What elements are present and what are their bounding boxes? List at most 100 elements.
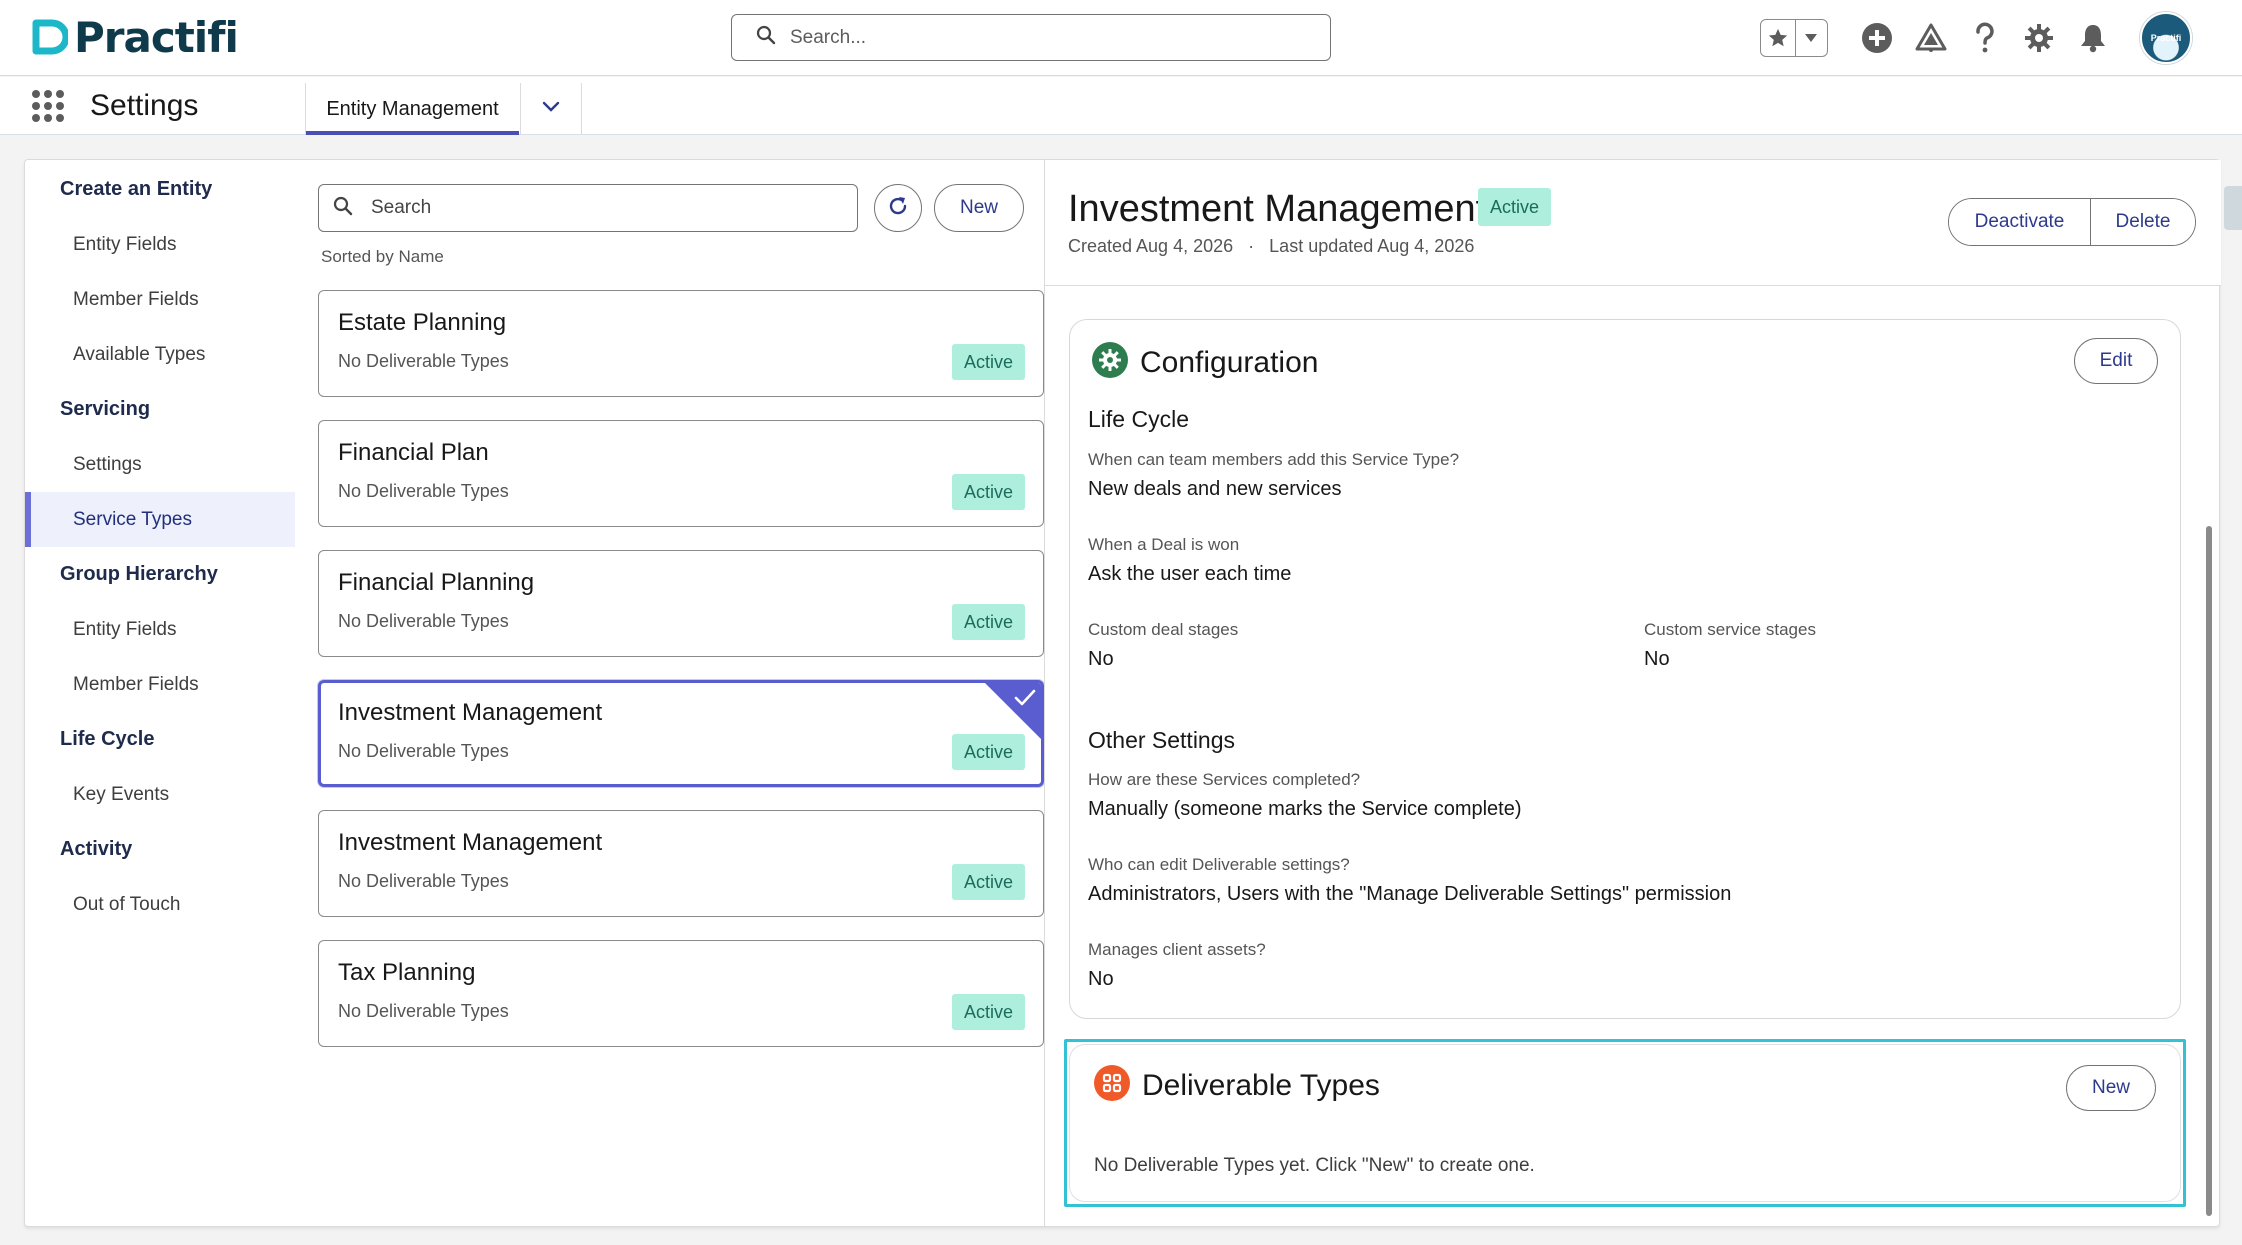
new-service-type-button[interactable]: New xyxy=(934,184,1024,232)
card-subtitle: No Deliverable Types xyxy=(338,871,509,891)
nav-item-service-types[interactable]: Service Types xyxy=(25,492,295,547)
avatar-label: Practifi xyxy=(2150,33,2182,43)
configuration-title: Configuration xyxy=(1140,345,1319,379)
field-label: Who can edit Deliverable settings? xyxy=(1088,855,1350,874)
nav-section-activity: Activity xyxy=(60,838,133,860)
deliverable-types-icon xyxy=(1094,1065,1130,1106)
status-badge: Active xyxy=(1478,188,1552,226)
field-value: Ask the user each time xyxy=(1088,563,1292,585)
created-date: Created Aug 4, 2026 xyxy=(1068,236,1234,256)
tab-entity-management[interactable]: Entity Management xyxy=(305,83,519,135)
card-title: Estate Planning xyxy=(338,309,507,336)
updated-date: Last updated Aug 4, 2026 xyxy=(1269,236,1475,256)
new-deliverable-type-button[interactable]: New xyxy=(2066,1065,2156,1111)
card-subtitle: No Deliverable Types xyxy=(338,741,509,761)
meta-separator: · xyxy=(1248,236,1255,256)
card-subtitle: No Deliverable Types xyxy=(338,1001,509,1021)
nav-section-create-entity: Create an Entity xyxy=(60,178,213,200)
practifi-logo[interactable]: Practifi xyxy=(32,13,239,62)
status-badge: Active xyxy=(951,734,1025,770)
nav-item-entity-fields[interactable]: Entity Fields xyxy=(25,217,295,272)
scrollbar-thumb[interactable] xyxy=(2206,526,2212,1216)
app-launcher-icon[interactable] xyxy=(32,90,64,122)
configuration-panel: Configuration Edit Life Cycle When can t… xyxy=(1069,319,2181,1019)
field-value: Manually (someone marks the Service comp… xyxy=(1088,798,1522,820)
refresh-button[interactable] xyxy=(874,184,922,232)
nav-section-servicing: Servicing xyxy=(60,398,151,420)
lifecycle-heading: Life Cycle xyxy=(1088,406,1189,432)
settings-left-nav: Create an Entity Entity Fields Member Fi… xyxy=(25,160,295,932)
logo-mark-icon xyxy=(32,19,70,55)
favorites-star-icon[interactable] xyxy=(1761,20,1796,56)
nav-section-group-hierarchy: Group Hierarchy xyxy=(60,563,218,585)
user-avatar[interactable]: Practifi xyxy=(2140,12,2192,64)
service-type-cards: Estate Planning No Deliverable Types Act… xyxy=(318,290,1044,1070)
nav-item-key-events[interactable]: Key Events xyxy=(25,767,295,822)
deliverable-types-empty-message: No Deliverable Types yet. Click "New" to… xyxy=(1094,1155,1535,1176)
nav-item-out-of-touch[interactable]: Out of Touch xyxy=(25,877,295,932)
card-title: Financial Plan xyxy=(338,439,489,466)
list-search-input[interactable] xyxy=(371,197,851,219)
field-value: No xyxy=(1088,648,1114,670)
field-label: Custom deal stages xyxy=(1088,620,1239,639)
detail-actions: Deactivate Delete xyxy=(1948,198,2196,246)
delete-button[interactable]: Delete xyxy=(2091,199,2195,245)
global-create-icon[interactable] xyxy=(1861,22,1893,54)
card-title: Tax Planning xyxy=(338,959,476,986)
setup-gear-icon[interactable] xyxy=(2023,22,2055,54)
nav-more-dropdown[interactable] xyxy=(520,83,582,135)
detail-meta: Created Aug 4, 2026 · Last updated Aug 4… xyxy=(1068,236,1474,257)
list-item[interactable]: Tax Planning No Deliverable Types Active xyxy=(318,940,1044,1047)
favorites-dropdown-icon[interactable] xyxy=(1796,20,1827,56)
status-badge: Active xyxy=(951,474,1025,510)
card-subtitle: No Deliverable Types xyxy=(338,481,509,501)
detail-scrollbar[interactable] xyxy=(2205,290,2213,1225)
deactivate-button[interactable]: Deactivate xyxy=(1949,199,2091,245)
card-title: Investment Management xyxy=(338,829,603,856)
field-value: Administrators, Users with the "Manage D… xyxy=(1088,883,1732,905)
field-value: No xyxy=(1644,648,1670,670)
app-navigation-bar: Settings Entity Management xyxy=(0,77,2242,135)
global-header: Practifi Pra xyxy=(0,0,2242,76)
list-item-selected[interactable]: Investment Management No Deliverable Typ… xyxy=(318,680,1044,787)
list-item[interactable]: Investment Management No Deliverable Typ… xyxy=(318,810,1044,917)
configuration-header: Configuration xyxy=(1092,342,1318,383)
checkmark-icon xyxy=(1014,689,1036,712)
field-value: No xyxy=(1088,968,1114,990)
nav-item-available-types[interactable]: Available Types xyxy=(25,327,295,382)
deliverable-types-panel: Deliverable Types New No Deliverable Typ… xyxy=(1064,1039,2186,1207)
search-icon xyxy=(756,25,776,50)
sort-indicator: Sorted by Name xyxy=(321,247,444,266)
status-badge: Active xyxy=(951,994,1025,1030)
list-search-box[interactable] xyxy=(318,184,858,232)
trailhead-icon[interactable] xyxy=(1915,22,1947,54)
status-badge: Active xyxy=(951,864,1025,900)
card-subtitle: No Deliverable Types xyxy=(338,611,509,631)
nav-item-member-fields[interactable]: Member Fields xyxy=(25,272,295,327)
nav-item-group-entity-fields[interactable]: Entity Fields xyxy=(25,602,295,657)
list-item[interactable]: Financial Planning No Deliverable Types … xyxy=(318,550,1044,657)
card-title: Investment Management xyxy=(338,699,603,726)
notifications-bell-icon[interactable] xyxy=(2077,22,2109,54)
card-subtitle: No Deliverable Types xyxy=(338,351,509,371)
nav-item-servicing-settings[interactable]: Settings xyxy=(25,437,295,492)
field-value: New deals and new services xyxy=(1088,478,1342,500)
list-item[interactable]: Estate Planning No Deliverable Types Act… xyxy=(318,290,1044,397)
utility-edge-tab[interactable] xyxy=(2224,186,2242,230)
app-name: Settings xyxy=(90,89,199,122)
field-label: Manages client assets? xyxy=(1088,940,1266,959)
edit-configuration-button[interactable]: Edit xyxy=(2074,338,2158,384)
global-search-box[interactable] xyxy=(731,14,1331,61)
chevron-down-icon xyxy=(542,100,560,118)
help-icon[interactable] xyxy=(1969,22,2001,54)
nav-item-group-member-fields[interactable]: Member Fields xyxy=(25,657,295,712)
deliverable-types-card: Deliverable Types New No Deliverable Typ… xyxy=(1069,1044,2181,1202)
configuration-gear-icon xyxy=(1092,342,1128,383)
settings-main-card: Create an Entity Entity Fields Member Fi… xyxy=(24,159,2221,1228)
detail-title: Investment Management xyxy=(1068,188,1487,230)
field-label: How are these Services completed? xyxy=(1088,770,1361,789)
deliverable-types-title: Deliverable Types xyxy=(1142,1068,1380,1102)
list-item[interactable]: Financial Plan No Deliverable Types Acti… xyxy=(318,420,1044,527)
global-search-input[interactable] xyxy=(790,26,1310,49)
deliverable-types-header: Deliverable Types xyxy=(1094,1065,1380,1106)
